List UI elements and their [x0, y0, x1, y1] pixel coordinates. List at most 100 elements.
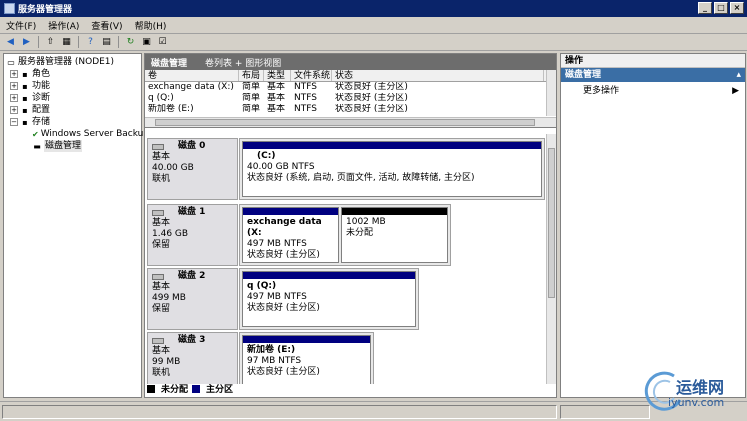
- window-title: 服务器管理器: [18, 5, 73, 15]
- server-icon: ▭: [7, 57, 15, 67]
- table-row[interactable]: exchange data (X:) 简单 基本 NTFS 状态良好 (主分区): [145, 82, 556, 93]
- collapse-up-icon[interactable]: ▴: [736, 68, 741, 82]
- legend-primary: 主分区: [206, 385, 234, 395]
- export-icon[interactable]: ▣: [140, 36, 153, 49]
- actions-section-disk-management[interactable]: 磁盘管理 ▴: [561, 68, 745, 82]
- status-cell: [560, 405, 650, 419]
- pane-title: 磁盘管理: [151, 58, 188, 69]
- disk-icon: [152, 273, 164, 280]
- tree-item-storage[interactable]: − ▪ 存储: [6, 116, 139, 128]
- configuration-icon: ▪: [22, 105, 28, 115]
- refresh-icon[interactable]: ↻: [124, 36, 137, 49]
- roles-icon: ▪: [22, 69, 28, 79]
- forward-arrow-icon[interactable]: ▶: [20, 36, 33, 49]
- volume-list: 卷 布局 类型 文件系统 状态 exchange data (X:) 简单 基本…: [145, 70, 556, 128]
- backup-icon: ✔: [32, 129, 39, 139]
- partition-x[interactable]: exchange data (X: 497 MB NTFS 状态良好 (主分区): [242, 207, 339, 263]
- disk-info[interactable]: 磁盘 3 基本 99 MB 联机: [147, 332, 238, 384]
- column-type[interactable]: 类型: [264, 70, 291, 81]
- toolbar-separator: [118, 36, 119, 48]
- scrollbar-thumb[interactable]: [155, 119, 535, 126]
- properties-icon[interactable]: ▤: [100, 36, 113, 49]
- primary-partition-bar: [243, 142, 541, 149]
- unallocated-swatch: [147, 384, 155, 393]
- unallocated-bar: [342, 208, 447, 215]
- column-layout[interactable]: 布局: [239, 70, 264, 81]
- partition-q[interactable]: q (Q:) 497 MB NTFS 状态良好 (主分区): [242, 271, 416, 327]
- table-row[interactable]: 新加卷 (E:) 简单 基本 NTFS 状态良好 (主分区): [145, 104, 556, 115]
- disk-icon: [152, 209, 164, 216]
- table-row[interactable]: q (Q:) 简单 基本 NTFS 状态良好 (主分区): [145, 93, 556, 104]
- pane-subtitle: 卷列表 + 图形视图: [205, 58, 282, 69]
- more-actions-menu[interactable]: 更多操作 ▶: [561, 84, 745, 98]
- menu-help[interactable]: 帮助(H): [135, 19, 167, 32]
- minimize-button[interactable]: _: [698, 2, 712, 14]
- menu-bar: 文件(F) 操作(A) 查看(V) 帮助(H): [0, 17, 747, 34]
- disk-management-icon: ▬: [33, 141, 41, 151]
- status-bar: [0, 401, 747, 421]
- toolbar-separator: [78, 36, 79, 48]
- show-hide-tree-icon[interactable]: ▦: [60, 36, 73, 49]
- collapse-icon[interactable]: −: [10, 118, 18, 126]
- menu-view[interactable]: 查看(V): [91, 19, 122, 32]
- menu-file[interactable]: 文件(F): [6, 19, 36, 32]
- expand-icon[interactable]: +: [10, 94, 18, 102]
- tree-item-disk-management[interactable]: ▬ 磁盘管理: [6, 140, 139, 152]
- partition-e[interactable]: 新加卷 (E:) 97 MB NTFS 状态良好 (主分区): [242, 335, 371, 384]
- expand-icon[interactable]: +: [10, 70, 18, 78]
- unallocated-space[interactable]: 1002 MB 未分配: [341, 207, 448, 263]
- toolbar: ◀ ▶ ⇧ ▦ ? ▤ ↻ ▣ ☑: [0, 34, 747, 51]
- tree-item-roles[interactable]: + ▪ 角色: [6, 68, 139, 80]
- column-filesystem[interactable]: 文件系统: [291, 70, 332, 81]
- graphical-view-scrollbar[interactable]: [546, 134, 556, 384]
- tree-item-configuration[interactable]: + ▪ 配置: [6, 104, 139, 116]
- graphical-view: 磁盘 0 基本 40.00 GB 联机 (C:) 40.00 GB NTFS 状…: [145, 134, 546, 384]
- disk-icon: [152, 337, 164, 344]
- submenu-arrow-icon: ▶: [732, 86, 739, 96]
- help-icon[interactable]: ?: [84, 36, 97, 49]
- partition-c[interactable]: (C:) 40.00 GB NTFS 状态良好 (系统, 启动, 页面文件, 活…: [242, 141, 542, 197]
- actions-pane: 操作 磁盘管理 ▴ 更多操作 ▶: [560, 53, 746, 398]
- primary-partition-bar: [243, 208, 338, 215]
- tree-item-features[interactable]: + ▪ 功能: [6, 80, 139, 92]
- disk-3-row: 磁盘 3 基本 99 MB 联机 新加卷 (E:) 97 MB NTFS 状态良…: [145, 332, 380, 384]
- tree-item-diagnostics[interactable]: + ▪ 诊断: [6, 92, 139, 104]
- partition-strip: 新加卷 (E:) 97 MB NTFS 状态良好 (主分区): [239, 332, 374, 384]
- back-arrow-icon[interactable]: ◀: [4, 36, 17, 49]
- expand-icon[interactable]: +: [10, 106, 18, 114]
- maximize-button[interactable]: □: [714, 2, 728, 14]
- tree-root[interactable]: ▭ 服务器管理器 (NODE1): [6, 56, 139, 68]
- expand-icon[interactable]: +: [10, 82, 18, 90]
- features-icon: ▪: [22, 81, 28, 91]
- partition-strip: (C:) 40.00 GB NTFS 状态良好 (系统, 启动, 页面文件, 活…: [239, 138, 545, 200]
- scrollbar-thumb[interactable]: [548, 148, 555, 298]
- disk-icon: [152, 143, 164, 150]
- tree-item-windows-server-backup[interactable]: ✔ Windows Server Backup: [6, 128, 149, 140]
- disk-0-row: 磁盘 0 基本 40.00 GB 联机 (C:) 40.00 GB NTFS 状…: [145, 138, 545, 200]
- status-cell: [2, 405, 557, 419]
- primary-partition-bar: [243, 336, 370, 343]
- menu-action[interactable]: 操作(A): [48, 19, 79, 32]
- site-watermark: 运维网 iyunv.com: [644, 370, 744, 416]
- disk-2-row: 磁盘 2 基本 499 MB 保留 q (Q:) 497 MB NTFS 状态良…: [145, 268, 425, 330]
- column-status[interactable]: 状态: [332, 70, 544, 81]
- toolbar-separator: [38, 36, 39, 48]
- disk-info[interactable]: 磁盘 0 基本 40.00 GB 联机: [147, 138, 238, 200]
- watermark-url: iyunv.com: [668, 396, 725, 409]
- disk-info[interactable]: 磁盘 1 基本 1.46 GB 保留: [147, 204, 238, 266]
- column-volume[interactable]: 卷: [145, 70, 239, 81]
- diagnostics-icon: ▪: [22, 93, 28, 103]
- disk-info[interactable]: 磁盘 2 基本 499 MB 保留: [147, 268, 238, 330]
- server-manager-icon: [4, 3, 15, 14]
- check-icon[interactable]: ☑: [156, 36, 169, 49]
- legend: 未分配 主分区: [147, 382, 233, 395]
- disk-management-pane: 磁盘管理 卷列表 + 图形视图 卷 布局 类型 文件系统 状态 exchange…: [144, 53, 557, 398]
- primary-partition-swatch: [192, 384, 201, 393]
- partition-strip: q (Q:) 497 MB NTFS 状态良好 (主分区): [239, 268, 419, 330]
- watermark-text: 运维网: [676, 378, 725, 397]
- volume-list-horizontal-scrollbar[interactable]: [145, 117, 556, 127]
- up-folder-icon[interactable]: ⇧: [44, 36, 57, 49]
- primary-partition-bar: [243, 272, 415, 279]
- volume-list-vertical-scrollbar[interactable]: [546, 70, 556, 116]
- close-button[interactable]: ×: [730, 2, 744, 14]
